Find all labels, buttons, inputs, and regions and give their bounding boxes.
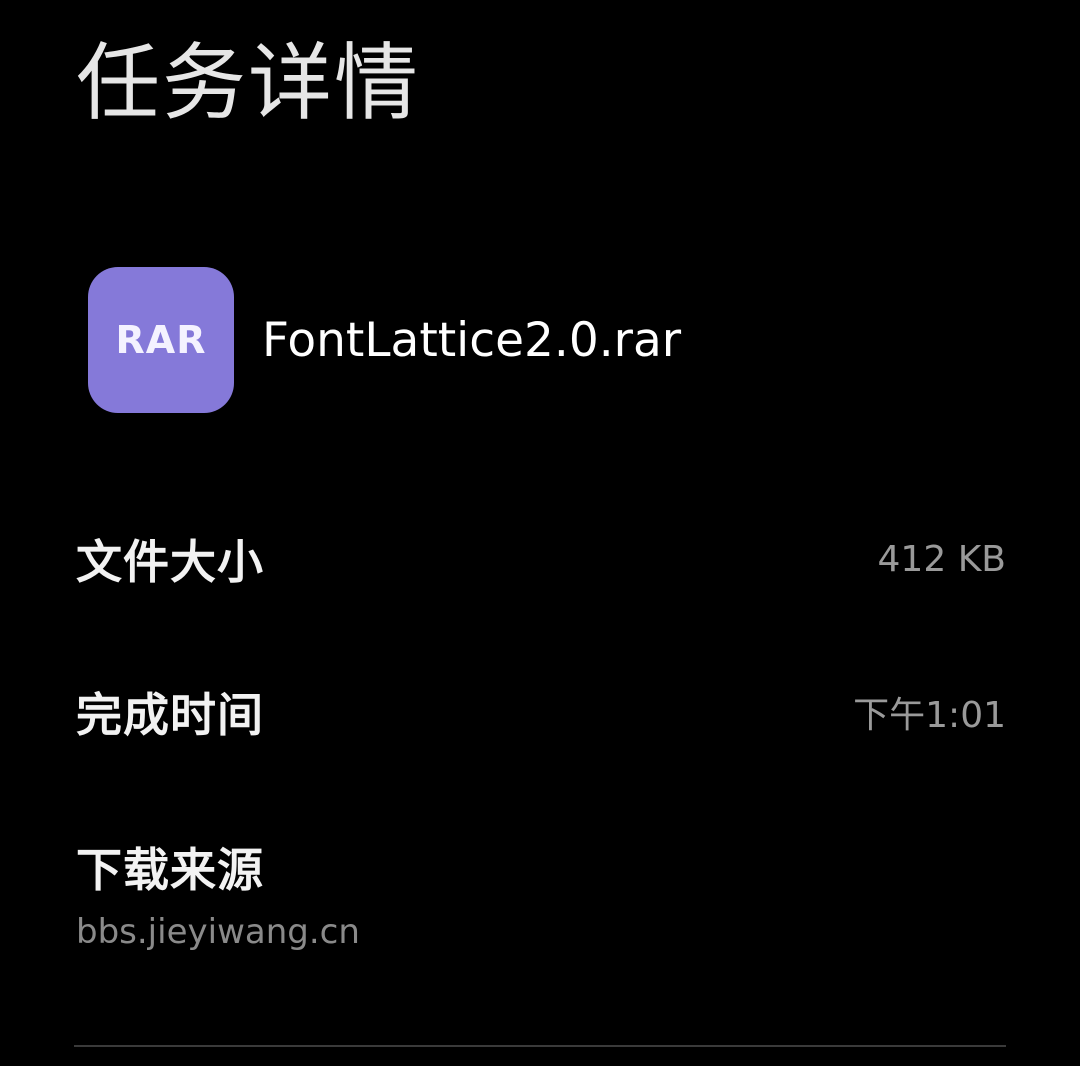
download-source-label: 下载来源 bbox=[76, 843, 264, 897]
file-info: RAR FontLattice2.0.rar bbox=[88, 267, 681, 413]
file-type-label: RAR bbox=[115, 318, 207, 362]
completion-time-value: 下午1:01 bbox=[853, 695, 1006, 736]
file-size-row: 文件大小 412 KB bbox=[76, 528, 1006, 590]
file-size-value: 412 KB bbox=[877, 538, 1006, 580]
page-title: 任务详情 bbox=[76, 34, 421, 132]
divider bbox=[74, 1045, 1006, 1047]
completion-time-row: 完成时间 下午1:01 bbox=[76, 681, 1006, 743]
rar-file-icon: RAR bbox=[88, 267, 234, 413]
completion-time-label: 完成时间 bbox=[76, 688, 264, 742]
download-source-value[interactable]: bbs.jieyiwang.cn bbox=[76, 912, 360, 952]
file-name: FontLattice2.0.rar bbox=[262, 312, 682, 368]
download-source-row[interactable]: 下载来源 bbs.jieyiwang.cn bbox=[76, 834, 360, 952]
file-size-label: 文件大小 bbox=[76, 535, 264, 589]
